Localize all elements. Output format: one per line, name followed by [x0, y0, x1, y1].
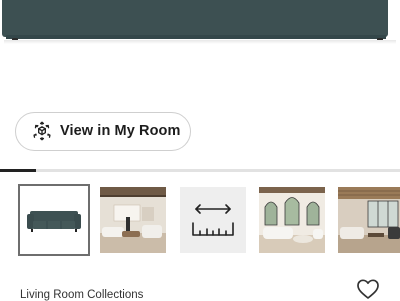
- collection-link[interactable]: Living Room Collections: [20, 289, 143, 301]
- thumbnail-sofa-front-view[interactable]: [18, 184, 90, 256]
- view-in-my-room-label: View in My Room: [60, 123, 181, 139]
- carousel-progress-fill: [0, 169, 36, 172]
- sofa-thumbnail-image: [21, 187, 87, 253]
- carousel-progress-bar: [0, 169, 400, 172]
- sofa-body: [2, 0, 388, 37]
- product-hero-image[interactable]: [0, 0, 400, 110]
- view-in-my-room-button[interactable]: View in My Room: [15, 112, 191, 151]
- living-room-scene-2-image: [259, 187, 325, 253]
- ruler-icon: [180, 187, 246, 253]
- sofa-base: [6, 35, 386, 39]
- thumbnail-living-room-scene-2[interactable]: [259, 187, 325, 253]
- thumbnail-living-room-scene-3[interactable]: [338, 187, 400, 253]
- sofa-shadow: [4, 40, 396, 44]
- living-room-scene-1-image: [100, 187, 166, 253]
- ar-cube-icon: [33, 121, 51, 141]
- living-room-scene-3-image: [338, 187, 400, 253]
- image-thumbnail-strip[interactable]: [0, 184, 400, 260]
- heart-icon[interactable]: [356, 278, 380, 300]
- thumbnail-living-room-scene-1[interactable]: [100, 187, 166, 253]
- thumbnail-dimensions[interactable]: [180, 187, 246, 253]
